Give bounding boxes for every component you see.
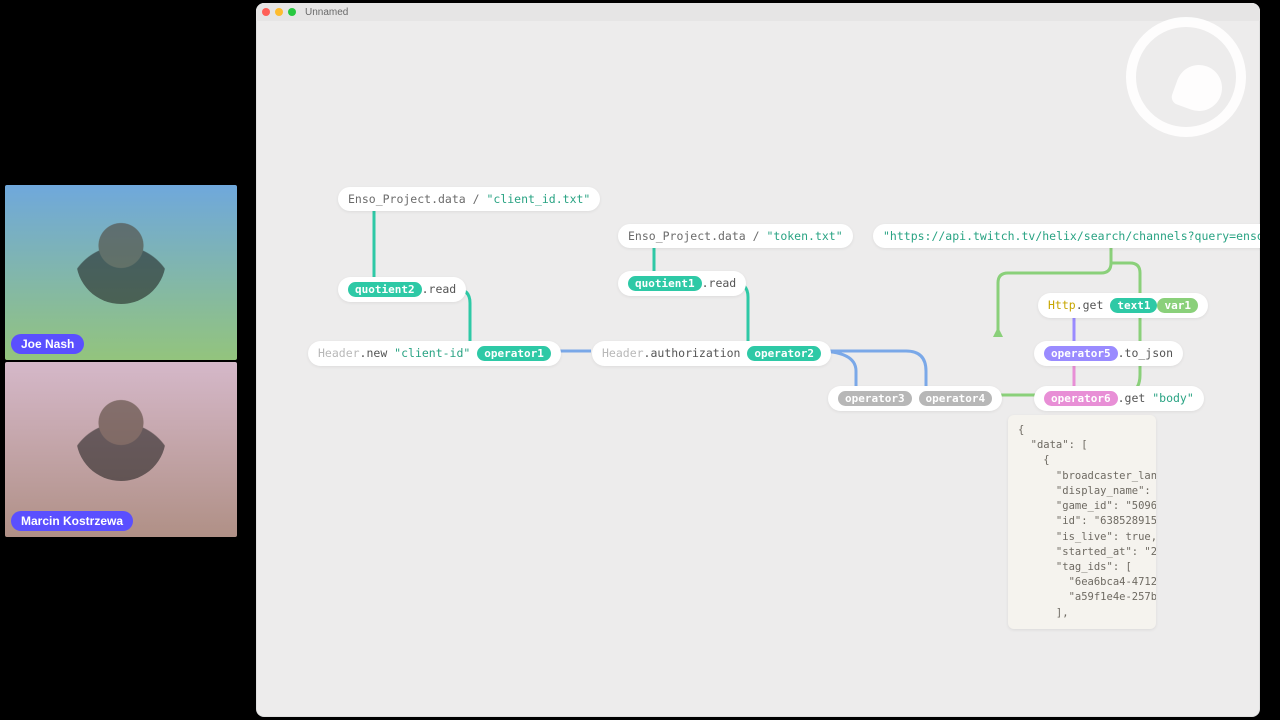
window-title: Unnamed <box>305 7 348 18</box>
node-read-token[interactable]: quotient1.read <box>618 271 746 296</box>
node-text: .read <box>422 282 457 296</box>
node-read-client[interactable]: quotient2.read <box>338 277 466 302</box>
var-chip: operator5 <box>1044 346 1118 361</box>
var-chip: quotient1 <box>628 276 702 291</box>
var-chip: operator6 <box>1044 391 1118 406</box>
node-to-json[interactable]: operator5.to_json <box>1034 341 1183 366</box>
presenter-name-2: Marcin Kostrzewa <box>11 511 133 531</box>
zoom-icon[interactable] <box>288 8 296 16</box>
node-text: Header <box>602 346 644 360</box>
node-token-file[interactable]: Enso_Project.data / "token.txt" <box>618 224 853 248</box>
string-literal: "client-id" <box>394 346 470 360</box>
node-text: .read <box>702 276 737 290</box>
arg-chip: text1 <box>1110 298 1157 313</box>
close-icon[interactable] <box>262 8 270 16</box>
presenter-name-1: Joe Nash <box>11 334 84 354</box>
node-url[interactable]: "https://api.twitch.tv/helix/search/chan… <box>873 224 1260 248</box>
node-header-new[interactable]: Header.new "client-id" operator1 <box>308 341 561 366</box>
minimize-icon[interactable] <box>275 8 283 16</box>
node-text: Enso_Project.data / <box>348 192 486 206</box>
var-chip: quotient2 <box>348 282 422 297</box>
string-literal: "token.txt" <box>766 229 842 243</box>
node-client-id-file[interactable]: Enso_Project.data / "client_id.txt" <box>338 187 600 211</box>
arg-chip: operator2 <box>747 346 821 361</box>
string-literal: "https://api.twitch.tv/helix/search/chan… <box>883 229 1260 243</box>
webcam-2: Marcin Kostrzewa <box>5 362 237 537</box>
avatar-silhouette <box>76 391 166 481</box>
node-text: .get <box>1118 391 1153 405</box>
string-literal: "client_id.txt" <box>486 192 590 206</box>
app-window: Unnamed <box>256 3 1260 717</box>
window-titlebar[interactable]: Unnamed <box>256 3 1260 21</box>
webcam-1: Joe Nash <box>5 185 237 360</box>
node-text: .to_json <box>1118 346 1173 360</box>
node-http-get[interactable]: Http.get text1var1 <box>1038 293 1208 318</box>
node-text: Enso_Project.data / <box>628 229 766 243</box>
arg-chip: operator3 <box>838 391 912 406</box>
arg-chip: operator1 <box>477 346 551 361</box>
node-operator-pair[interactable]: operator3 operator4 <box>828 386 1002 411</box>
node-text: .new <box>360 346 395 360</box>
node-text: .authorization <box>644 346 741 360</box>
arg-chip: var1 <box>1157 298 1198 313</box>
node-header-auth[interactable]: Header.authorization operator2 <box>592 341 831 366</box>
string-literal: "body" <box>1152 391 1194 405</box>
node-get-body[interactable]: operator6.get "body" <box>1034 386 1204 411</box>
json-output-panel[interactable]: { "data": [ { "broadcaster_langua "displ… <box>1008 415 1156 629</box>
arg-chip: operator4 <box>919 391 993 406</box>
node-text: Header <box>318 346 360 360</box>
graph-canvas[interactable]: Enso_Project.data / "client_id.txt" Enso… <box>256 21 1260 717</box>
node-text: Http <box>1048 298 1076 312</box>
avatar-silhouette <box>76 214 166 304</box>
node-text: .get <box>1076 298 1111 312</box>
